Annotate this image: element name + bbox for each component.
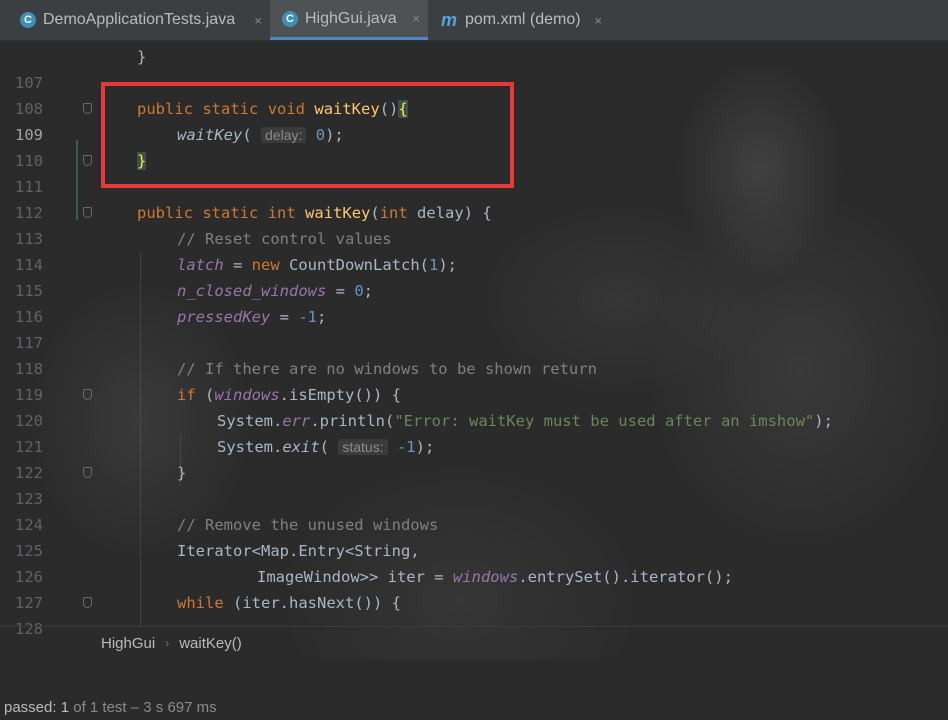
code-line: 120 if (windows.isEmpty()) { xyxy=(0,382,948,430)
maven-m-icon: m xyxy=(440,9,457,30)
code-line: 123 } xyxy=(0,460,948,508)
code-line: 126 Iterator<Map.Entry<String, xyxy=(0,538,948,586)
editor-tab-bar: C DemoApplicationTests.java × C HighGui.… xyxy=(0,0,948,41)
tab-label: DemoApplicationTests.java xyxy=(43,11,236,28)
close-icon[interactable]: × xyxy=(254,13,262,28)
close-icon[interactable]: × xyxy=(412,11,420,26)
tab-pom-xml[interactable]: m pom.xml (demo) × xyxy=(428,0,610,40)
code-line: 124 xyxy=(0,486,948,534)
code-line: 125 // Remove the unused windows xyxy=(0,512,948,560)
code-line: 118 xyxy=(0,330,948,378)
code-line: 121 System.err.println("Error: waitKey m… xyxy=(0,408,948,456)
fold-icon[interactable] xyxy=(83,467,92,478)
c-class-icon: C xyxy=(20,12,36,28)
code-line: 114 // Reset control values xyxy=(0,226,948,274)
fold-icon[interactable] xyxy=(83,207,92,218)
fold-icon[interactable] xyxy=(83,389,92,400)
code-line: 116 n_closed_windows = 0; xyxy=(0,278,948,326)
tab-demo-application-tests[interactable]: C DemoApplicationTests.java × xyxy=(8,0,270,40)
fold-icon[interactable] xyxy=(83,597,92,608)
code-line: 115 latch = new CountDownLatch(1); xyxy=(0,252,948,300)
passed-label: passed: xyxy=(4,699,57,716)
breadcrumb: HighGui › waitKey() xyxy=(0,626,948,659)
tab-label: HighGui.java xyxy=(305,9,397,27)
test-status-bar: passed: 1 of 1 test – 3 s 697 ms xyxy=(0,696,948,719)
tab-label: pom.xml (demo) xyxy=(465,11,581,28)
test-summary: of 1 test – 3 s 697 ms xyxy=(73,699,217,716)
code-line: 117 pressedKey = -1; xyxy=(0,304,948,352)
code-line: 113 public static int waitKey(int delay)… xyxy=(0,200,948,248)
breadcrumb-method[interactable]: waitKey() xyxy=(179,635,242,652)
code-line: 119 // If there are no windows to be sho… xyxy=(0,356,948,404)
code-line: 128 while (iter.hasNext()) { xyxy=(0,590,948,638)
fold-icon[interactable] xyxy=(83,155,92,166)
code-line: 122 System.exit( status: -1); xyxy=(0,434,948,482)
fold-icon[interactable] xyxy=(83,103,92,114)
code-line: 107 } xyxy=(0,44,948,92)
c-class-lock-icon: C xyxy=(282,10,298,27)
passed-count: 1 xyxy=(60,699,70,716)
code-line: 127 ImageWindow>> iter = windows.entrySe… xyxy=(0,564,948,612)
breadcrumb-class[interactable]: HighGui xyxy=(101,635,155,652)
parameter-hint: status: xyxy=(338,439,388,455)
tab-highgui[interactable]: C HighGui.java × xyxy=(270,0,428,40)
close-icon[interactable]: × xyxy=(594,13,602,28)
annotation-highlight-box xyxy=(101,82,514,188)
breadcrumb-separator: › xyxy=(165,636,170,650)
